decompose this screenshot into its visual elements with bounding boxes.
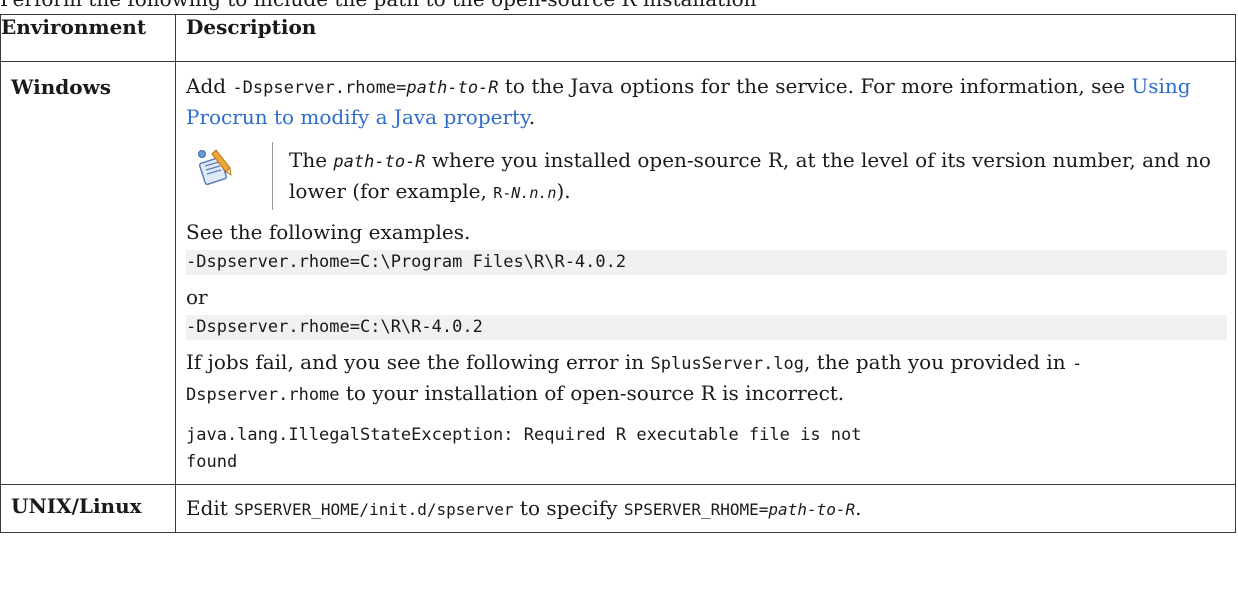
note-pencil-icon bbox=[194, 146, 234, 194]
text: Edit bbox=[186, 496, 235, 520]
example-code-1: -Dspserver.rhome=C:\Program Files\R\R-4.… bbox=[186, 250, 1227, 275]
desc-unix: Edit SPSERVER_HOME/init.d/spserver to sp… bbox=[175, 484, 1236, 533]
error-code-block: java.lang.IllegalStateException: Require… bbox=[186, 422, 1235, 476]
note-text: The path-to-R where you installed open-s… bbox=[272, 142, 1235, 210]
table-row-unix: UNIX/Linux Edit SPSERVER_HOME/init.d/sps… bbox=[0, 484, 1236, 533]
intro-text: Perform the following to include the pat… bbox=[0, 0, 757, 12]
code-text: R- bbox=[493, 184, 512, 202]
text: to specify bbox=[513, 496, 624, 520]
error-explanation: If jobs fail, and you see the following … bbox=[186, 348, 1235, 410]
text: to the Java options for the service. For… bbox=[498, 74, 1132, 98]
or-text: or bbox=[186, 285, 208, 309]
code-version: R-N.n.n bbox=[493, 184, 556, 202]
header-environment: Environment bbox=[0, 14, 176, 62]
windows-instruction: Add -Dspserver.rhome=path-to-R to the Ja… bbox=[186, 72, 1235, 132]
env-windows: Windows bbox=[0, 61, 176, 485]
env-unix: UNIX/Linux bbox=[0, 484, 176, 533]
code-path: SPSERVER_HOME/init.d/spserver bbox=[234, 500, 514, 519]
code-placeholder: path-to-R bbox=[406, 78, 499, 98]
code-text: -Dspserver.rhome= bbox=[232, 78, 407, 98]
error-line: found bbox=[186, 452, 238, 472]
code-env-var: SPSERVER_RHOME=path-to-R bbox=[624, 500, 855, 519]
code-option: -Dspserver.rhome=path-to-R bbox=[232, 78, 498, 98]
error-line: java.lang.IllegalStateException: Require… bbox=[186, 425, 862, 445]
environment-table: Environment Description Windows Add -Dsp… bbox=[0, 14, 1236, 533]
see-examples: See the following examples. bbox=[186, 220, 471, 244]
table-header-row: Environment Description bbox=[0, 14, 1236, 62]
unix-instruction: Edit SPSERVER_HOME/init.d/spserver to sp… bbox=[186, 494, 1235, 524]
text: , the path you provided in bbox=[804, 350, 1072, 374]
text: . bbox=[855, 496, 862, 520]
code-logfile: SplusServer.log bbox=[650, 354, 805, 374]
header-description: Description bbox=[175, 14, 1236, 62]
note-box: The path-to-R where you installed open-s… bbox=[186, 142, 1235, 210]
text: The bbox=[289, 148, 334, 172]
table-row-windows: Windows Add -Dspserver.rhome=path-to-R t… bbox=[0, 61, 1236, 485]
text: . bbox=[528, 105, 536, 129]
example-code-2: -Dspserver.rhome=C:\R\R-4.0.2 bbox=[186, 315, 1227, 340]
code-text: SPSERVER_RHOME= bbox=[623, 500, 769, 519]
code-placeholder: path-to-R bbox=[333, 152, 425, 172]
text: ). bbox=[556, 179, 571, 203]
text: If jobs fail, and you see the following … bbox=[186, 350, 651, 374]
text: to your installation of open-source R is… bbox=[339, 381, 845, 405]
code-italic: path-to-R bbox=[768, 500, 856, 519]
text: Add bbox=[186, 74, 233, 98]
code-italic: N.n.n bbox=[511, 184, 557, 202]
code-italic: path-to-R bbox=[333, 152, 426, 172]
text: where you installed open-source R, at th… bbox=[289, 148, 1211, 203]
desc-windows: Add -Dspserver.rhome=path-to-R to the Ja… bbox=[175, 61, 1236, 485]
